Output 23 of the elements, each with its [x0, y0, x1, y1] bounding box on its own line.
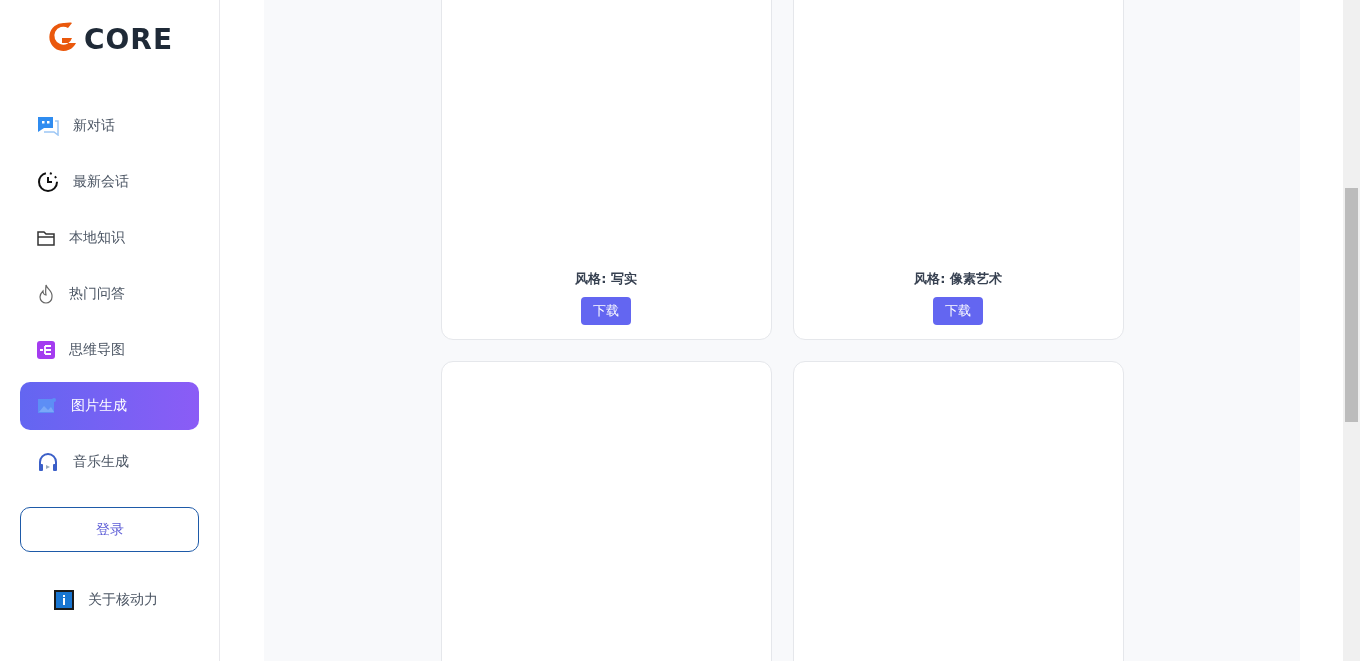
image-icon — [37, 397, 57, 415]
about-link[interactable]: 关于核动力 — [20, 590, 199, 610]
login-button[interactable]: 登录 — [20, 507, 199, 552]
nav-item[interactable]: 新对话 — [20, 102, 199, 150]
nav-item[interactable]: 本地知识 — [20, 214, 199, 262]
nav-item[interactable]: 思维导图 — [20, 326, 199, 374]
flame-icon — [37, 284, 55, 304]
nav-item[interactable]: 图片生成 — [20, 382, 199, 430]
nav-item[interactable]: 音乐生成 — [20, 438, 199, 486]
headphones-icon — [37, 452, 59, 472]
download-button[interactable]: 下载 — [581, 297, 631, 325]
logo-text: CORE — [83, 22, 173, 56]
info-icon — [54, 590, 74, 610]
clock-icon — [37, 171, 59, 193]
style-caption: 风格: 写实 — [575, 270, 637, 288]
folder-icon — [37, 230, 55, 246]
nav-item[interactable]: 最新会话 — [20, 158, 199, 206]
download-button[interactable]: 下载 — [933, 297, 983, 325]
chat-icon — [37, 116, 59, 136]
mindmap-icon — [37, 341, 55, 359]
style-caption: 风格: 像素艺术 — [914, 270, 1002, 288]
nav-item[interactable]: 热门问答 — [20, 270, 199, 318]
scrollbar[interactable] — [1343, 0, 1360, 661]
